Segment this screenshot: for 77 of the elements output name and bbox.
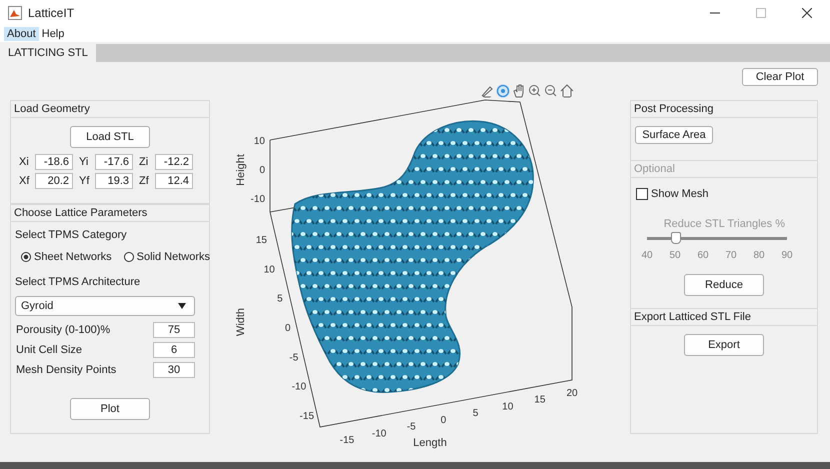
slider-tick-label: 50 bbox=[669, 250, 681, 261]
radio-button-icon[interactable] bbox=[21, 252, 31, 262]
app-icon bbox=[8, 6, 22, 20]
axis-title: Height bbox=[235, 154, 247, 186]
tick-label: -15 bbox=[300, 411, 314, 422]
section-title: Optional bbox=[631, 160, 817, 178]
tick-label: -10 bbox=[250, 194, 265, 205]
clear-plot-button[interactable]: Clear Plot bbox=[742, 68, 818, 86]
axis-title: Length bbox=[413, 437, 447, 449]
tick-label: 10 bbox=[254, 136, 265, 147]
close-icon[interactable] bbox=[802, 8, 812, 18]
plot-button[interactable]: Plot bbox=[70, 398, 150, 420]
panel-title: Export Latticed STL File bbox=[631, 308, 817, 326]
menu-item[interactable]: About bbox=[4, 27, 39, 41]
tab[interactable]: LATTICING STL bbox=[0, 44, 96, 62]
tick-label: 5 bbox=[277, 294, 283, 305]
slider-tick-label: 80 bbox=[753, 250, 765, 261]
tick-label: 5 bbox=[472, 408, 478, 420]
input-field[interactable]: 19.3 bbox=[95, 173, 133, 189]
tick-label: 15 bbox=[534, 394, 546, 406]
field-label: Zf bbox=[139, 175, 150, 187]
slider-tick-label: 90 bbox=[781, 250, 793, 261]
menu-item[interactable]: Help bbox=[38, 27, 68, 41]
tick-label: -5 bbox=[289, 352, 298, 364]
field-label: Xf bbox=[19, 175, 30, 187]
field-label: Yi bbox=[79, 156, 90, 168]
input-field[interactable]: -17.6 bbox=[95, 154, 133, 170]
field-label: Unit Cell Size bbox=[16, 344, 82, 356]
input-field[interactable]: -12.2 bbox=[155, 154, 193, 170]
tick-label: 0 bbox=[440, 414, 446, 426]
slider-label: Reduce STL Triangles % bbox=[662, 218, 786, 230]
axis-title: Width bbox=[235, 308, 247, 336]
field-label: Porousity (0-100)% bbox=[16, 324, 110, 336]
zoom-in-icon[interactable] bbox=[528, 84, 542, 98]
caret-icon bbox=[178, 303, 186, 309]
input-field[interactable]: -18.6 bbox=[35, 154, 73, 170]
load-stl-button[interactable]: Load STL bbox=[70, 126, 150, 148]
export-button[interactable]: Export bbox=[684, 334, 764, 356]
panel-title: Post Processing bbox=[631, 101, 817, 118]
panel-title: Choose Lattice Parameters bbox=[11, 205, 209, 222]
reduce-button[interactable]: Reduce bbox=[684, 274, 764, 296]
tick-label: 20 bbox=[566, 388, 578, 399]
input-field[interactable]: 30 bbox=[153, 362, 195, 378]
tick-label: 10 bbox=[264, 264, 275, 276]
home-icon[interactable] bbox=[560, 84, 574, 98]
tick-label: 10 bbox=[502, 401, 514, 412]
tick-label: 0 bbox=[259, 165, 265, 176]
radio-button-icon[interactable] bbox=[124, 252, 134, 262]
slider-tick-label: 40 bbox=[641, 250, 653, 261]
input-field[interactable]: 75 bbox=[153, 322, 195, 338]
slider-thumb[interactable] bbox=[671, 232, 681, 244]
tick-label: 0 bbox=[284, 323, 290, 334]
field-label: Yf bbox=[79, 175, 90, 187]
surface-area-button[interactable]: Surface Area bbox=[635, 126, 713, 144]
architecture-dropdown[interactable]: Gyroid bbox=[15, 296, 195, 316]
slider-tick-label: 70 bbox=[725, 250, 737, 261]
tick-label: -15 bbox=[340, 435, 354, 446]
tick-label: -10 bbox=[292, 382, 306, 393]
panel-title: Load Geometry bbox=[11, 101, 209, 118]
tick-label: -10 bbox=[372, 428, 386, 440]
section-label: Select TPMS Architecture bbox=[14, 275, 142, 290]
checkbox-icon[interactable] bbox=[636, 188, 648, 200]
input-field[interactable]: 20.2 bbox=[35, 173, 73, 189]
section-label: Select TPMS Category bbox=[14, 228, 128, 243]
slider-tick-label: 60 bbox=[697, 250, 709, 261]
tick-label: 15 bbox=[256, 235, 267, 246]
input-field[interactable]: 12.4 bbox=[155, 173, 193, 189]
input-field[interactable]: 6 bbox=[153, 342, 195, 358]
window-title: LatticeIT bbox=[28, 6, 74, 20]
field-label: Xi bbox=[19, 156, 30, 168]
show-mesh-checkbox[interactable]: Show Mesh bbox=[631, 178, 817, 210]
field-label: Zi bbox=[139, 156, 150, 168]
hand-icon[interactable] bbox=[512, 84, 526, 98]
tick-label: -5 bbox=[406, 422, 416, 433]
zoom-out-icon[interactable] bbox=[544, 84, 558, 98]
rotate-icon[interactable] bbox=[496, 84, 510, 98]
field-label: Mesh Density Points bbox=[16, 364, 116, 376]
